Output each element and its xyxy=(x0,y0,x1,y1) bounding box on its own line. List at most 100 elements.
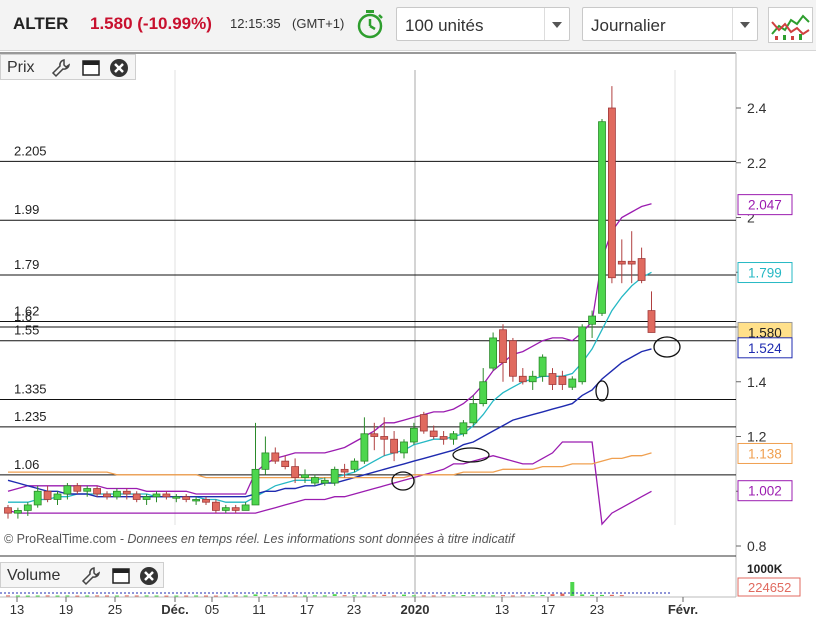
candle xyxy=(479,368,488,407)
candle xyxy=(588,310,596,338)
candle-body xyxy=(588,315,596,325)
candle-body xyxy=(370,433,379,437)
x-tick-label: Févr. xyxy=(668,602,698,617)
candle-body xyxy=(429,430,438,437)
candle xyxy=(301,469,309,484)
candle-body xyxy=(43,490,52,500)
candle-body xyxy=(419,414,428,432)
annotation-ellipse xyxy=(595,380,609,402)
candle xyxy=(499,324,507,382)
candle-body xyxy=(13,510,22,514)
candle-body xyxy=(310,477,319,484)
candle-body xyxy=(647,310,656,333)
volume-bar xyxy=(510,595,515,597)
candle-body xyxy=(340,468,349,473)
candle-body xyxy=(221,507,230,511)
candle-body xyxy=(548,373,557,385)
candle-body xyxy=(518,375,527,383)
candle xyxy=(647,291,656,333)
volume-bar xyxy=(322,595,327,597)
candle xyxy=(281,455,290,470)
candle-body xyxy=(73,485,82,492)
candle xyxy=(508,337,517,382)
candle xyxy=(13,507,22,519)
last-value-label: 1.002 xyxy=(748,484,782,499)
candle xyxy=(241,502,250,511)
volume-bar xyxy=(174,595,179,597)
candle-body xyxy=(113,490,121,498)
candle-body xyxy=(301,474,309,478)
candle-body xyxy=(172,496,181,499)
last-value-label: 2.047 xyxy=(748,198,782,213)
candle-body xyxy=(241,504,250,511)
candle-body xyxy=(598,121,606,314)
volume-pane-label: Volume xyxy=(7,567,61,584)
candle-body xyxy=(578,326,587,383)
support-level-label: 1.55 xyxy=(14,323,39,338)
indicator-line xyxy=(8,271,652,503)
candle-body xyxy=(202,499,210,503)
candle xyxy=(617,239,626,284)
candle xyxy=(330,466,339,486)
volume-bar xyxy=(233,595,238,597)
candle xyxy=(310,474,319,486)
volume-bar xyxy=(421,595,426,597)
volume-bar xyxy=(95,595,100,597)
candle xyxy=(400,439,408,459)
maximize-icon[interactable] xyxy=(111,566,131,586)
volume-bar xyxy=(114,595,119,597)
candle-body xyxy=(251,468,260,506)
candle xyxy=(608,86,616,284)
volume-bar xyxy=(75,595,80,597)
candle-body xyxy=(528,375,537,383)
volume-bar xyxy=(283,595,288,597)
volume-bar xyxy=(530,595,535,597)
candle xyxy=(360,417,369,464)
candle xyxy=(93,485,101,497)
candle-body xyxy=(142,496,151,500)
x-tick-label: 11 xyxy=(252,602,266,617)
x-tick-label: Déc. xyxy=(161,602,188,617)
volume-bar xyxy=(124,595,129,597)
candle-body xyxy=(271,452,280,462)
x-tick-label: 17 xyxy=(541,602,555,617)
candle xyxy=(43,485,52,503)
candle-body xyxy=(568,378,577,388)
candle-body xyxy=(53,493,62,500)
volume-bar xyxy=(362,595,367,597)
candle-body xyxy=(330,468,339,484)
y-tick-label: 0.8 xyxy=(747,538,767,554)
annotation-ellipse xyxy=(452,447,490,463)
volume-bar xyxy=(213,595,218,597)
volume-bar xyxy=(194,595,199,597)
candle xyxy=(459,420,468,437)
copyright-text: © ProRealTime.com - Donnees en temps rée… xyxy=(4,532,514,546)
copyright: © ProRealTime.com xyxy=(4,532,117,546)
volume-bar xyxy=(520,595,525,597)
candle-body xyxy=(627,260,636,265)
candle xyxy=(53,491,62,505)
candle-body xyxy=(23,504,32,511)
candle-body xyxy=(103,493,111,498)
volume-bar xyxy=(65,595,70,597)
candle xyxy=(598,118,606,317)
volume-bar xyxy=(293,595,298,597)
volume-bar xyxy=(382,594,387,596)
candle xyxy=(578,324,587,385)
last-value-label: 1.524 xyxy=(748,341,782,356)
volume-bar xyxy=(441,595,446,597)
candle-body xyxy=(122,490,131,495)
candle xyxy=(419,411,428,434)
wrench-icon[interactable] xyxy=(81,566,101,586)
close-icon[interactable] xyxy=(139,566,159,586)
x-tick-label: 25 xyxy=(108,602,122,617)
volume-bar xyxy=(491,595,496,597)
y-tick-label: 1.2 xyxy=(747,429,767,445)
candle xyxy=(637,247,646,284)
candle xyxy=(152,491,161,503)
volume-bar xyxy=(85,595,90,597)
y-tick-label: 1.4 xyxy=(747,374,767,390)
candle-body xyxy=(162,493,171,498)
indicator-line xyxy=(8,452,652,479)
volume-bar xyxy=(431,595,436,597)
